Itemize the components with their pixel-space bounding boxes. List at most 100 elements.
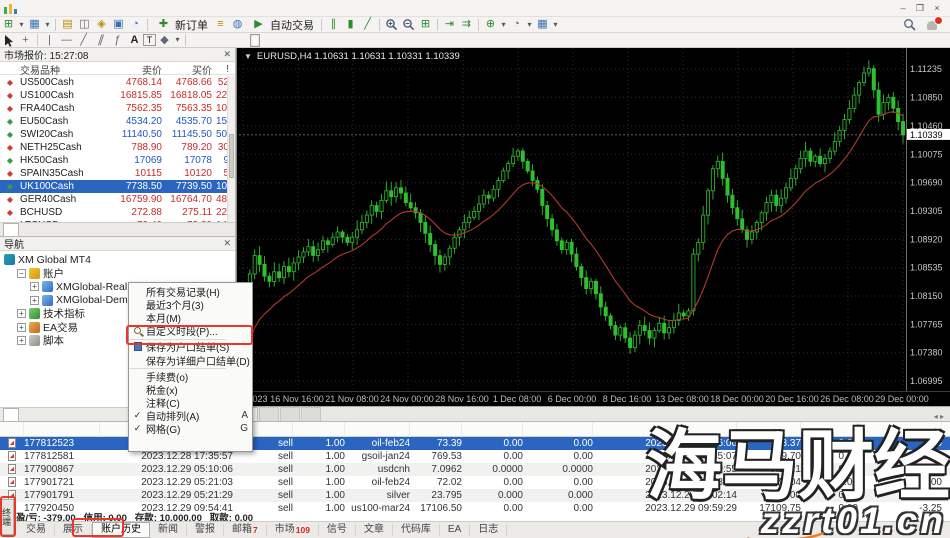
vertical-line-tool-icon[interactable]: |	[41, 33, 58, 47]
navigator-tree-item[interactable]: XM Global MT4	[0, 253, 235, 267]
zoom-in-icon[interactable]	[383, 18, 400, 32]
terminal-tab[interactable]: 新闻	[150, 524, 187, 536]
market-watch-row[interactable]: US500Cash 4768.14 4768.66 52	[0, 76, 235, 89]
chart-tab[interactable]	[301, 407, 321, 421]
history-column-header[interactable]	[0, 422, 24, 437]
trendline-tool-icon[interactable]: ╱	[75, 33, 92, 47]
arrows-dropdown-icon[interactable]: ▾	[173, 33, 182, 47]
price-chart[interactable]: ▼ EURUSD,H4 1.10631 1.10631 1.10331 1.10…	[236, 48, 950, 391]
new-chart-dropdown-icon[interactable]: ▾	[17, 18, 26, 32]
menu-item[interactable]	[56, 7, 72, 9]
timeframe-button[interactable]	[202, 34, 212, 47]
col-bid[interactable]: 卖价	[106, 62, 166, 77]
market-watch-row[interactable]: NETH25Cash 788.90 789.20 30	[0, 141, 235, 154]
text-tool-icon[interactable]: A	[126, 33, 143, 47]
history-column-header[interactable]	[462, 422, 523, 437]
col-symbol[interactable]: 交易品种	[20, 62, 106, 77]
profiles-dropdown-icon[interactable]: ▾	[43, 18, 52, 32]
terminal-tab[interactable]: 日志	[470, 524, 507, 536]
history-column-header[interactable]	[293, 422, 345, 437]
bar-chart-mode-icon[interactable]: ∥	[325, 18, 342, 32]
chart-shift-icon[interactable]: ⇉	[458, 18, 475, 32]
context-menu-item[interactable]: ✓ 所有交易记录(H)	[129, 285, 252, 298]
candlestick-chart-canvas[interactable]: 1.112351.108501.104601.100751.096901.093…	[237, 48, 950, 391]
restore-button[interactable]: ❐	[913, 3, 927, 14]
data-window-icon[interactable]: ◫	[76, 18, 93, 32]
autotrading-button[interactable]: ▶自动交易	[246, 18, 318, 32]
terminal-tab[interactable]: 警报	[187, 524, 224, 536]
templates-icon[interactable]: ▦	[534, 18, 551, 32]
chart-tab[interactable]	[259, 407, 279, 421]
zoom-out-icon[interactable]	[400, 18, 417, 32]
fibonacci-tool-icon[interactable]: ƒ	[109, 33, 126, 47]
navigator-tab[interactable]	[20, 408, 36, 421]
col-spread[interactable]: !	[216, 64, 232, 75]
market-watch-row[interactable]: US100Cash 16815.85 16818.05 220	[0, 89, 235, 102]
market-watch-tab[interactable]	[20, 223, 36, 236]
tree-expander-icon[interactable]	[17, 336, 26, 345]
tree-expander-icon[interactable]	[30, 282, 39, 291]
market-watch-row[interactable]: GER40Cash 16759.90 16764.70 480	[0, 193, 235, 206]
terminal-tab[interactable]: 账户历史	[92, 522, 150, 538]
market-watch-toggle-icon[interactable]: ▤	[59, 18, 76, 32]
periods-icon[interactable]: ◔	[508, 18, 525, 32]
indicators-icon[interactable]: ⊕	[482, 18, 499, 32]
history-column-header[interactable]	[523, 422, 593, 437]
market-watch-scrollbar[interactable]	[227, 76, 235, 222]
close-button[interactable]: ×	[930, 3, 944, 14]
timeframe-button[interactable]	[286, 34, 296, 47]
context-menu-item[interactable]: ✓ 注释(C)	[129, 396, 252, 409]
templates-dropdown-icon[interactable]: ▾	[551, 18, 560, 32]
terminal-tab[interactable]: 市场109	[267, 524, 319, 536]
terminal-tab[interactable]: 交易	[18, 524, 55, 536]
navigator-tree-item[interactable]: 账户	[0, 267, 235, 281]
terminal-toggle-icon[interactable]: ▣	[110, 18, 127, 32]
col-ask[interactable]: 买价	[166, 62, 216, 77]
tree-expander-icon[interactable]	[17, 309, 26, 318]
candlestick-mode-icon[interactable]: ▮	[342, 18, 359, 32]
new-chart-icon[interactable]: ⊞	[0, 18, 17, 32]
navigator-close-icon[interactable]: ✕	[223, 238, 231, 249]
cursor-tool-icon[interactable]	[0, 33, 17, 47]
context-menu-item[interactable]: ✓ 最近3个月(3)	[129, 298, 252, 311]
horizontal-line-tool-icon[interactable]: —	[58, 33, 75, 47]
timeframe-button[interactable]	[274, 34, 284, 47]
context-menu-item[interactable]: ✓ 保存为详细户口结单(D)	[129, 353, 252, 366]
context-menu-item[interactable]: ✓ 税金(x)	[129, 383, 252, 396]
chart-tab[interactable]	[280, 407, 300, 421]
context-menu-item[interactable]: ✓ 网格(G) G	[129, 422, 252, 435]
menu-item[interactable]	[88, 7, 104, 9]
context-menu-item[interactable]: ✓ 手续费(o)	[129, 370, 252, 383]
navigator-tab[interactable]	[3, 408, 19, 421]
strategy-tester-icon[interactable]: ◔	[127, 18, 144, 32]
menu-item[interactable]	[104, 7, 120, 9]
menu-item[interactable]	[72, 7, 88, 9]
metaeditor-icon[interactable]: ≡	[212, 18, 229, 32]
market-watch-row[interactable]: BCHUSD 272.88 275.11 223	[0, 206, 235, 219]
periods-dropdown-icon[interactable]: ▾	[525, 18, 534, 32]
minimize-button[interactable]: –	[896, 3, 910, 14]
text-label-tool-icon[interactable]: T	[143, 34, 156, 46]
tree-expander-icon[interactable]	[17, 323, 26, 332]
timeframe-button[interactable]	[226, 34, 236, 47]
line-chart-mode-icon[interactable]: ╱	[359, 18, 376, 32]
chart-time-axis[interactable]: 13 Nov 202316 Nov 16:0021 Nov 08:0024 No…	[236, 391, 950, 406]
terminal-tab[interactable]: 代码库	[393, 524, 440, 536]
tree-expander-icon[interactable]	[30, 296, 39, 305]
menu-item[interactable]	[120, 7, 136, 9]
timeframe-button[interactable]	[250, 34, 260, 47]
arrows-tool-icon[interactable]: ◆	[156, 33, 173, 47]
terminal-tab[interactable]: 邮箱7	[224, 524, 267, 536]
timeframe-button[interactable]	[262, 34, 272, 47]
auto-scroll-icon[interactable]: ⇥	[441, 18, 458, 32]
menu-item[interactable]	[24, 7, 40, 9]
chart-collapse-icon[interactable]: ▼	[244, 52, 252, 61]
history-column-header[interactable]	[24, 422, 100, 437]
terminal-tab[interactable]: EA	[440, 524, 470, 536]
terminal-tab[interactable]: 文章	[356, 524, 393, 536]
terminal-tab[interactable]: 展示	[55, 524, 92, 536]
terminal-tab[interactable]: 信号	[319, 524, 356, 536]
market-watch-row[interactable]: SPAIN35Cash 10115 10120 5	[0, 167, 235, 180]
history-column-header[interactable]	[410, 422, 462, 437]
market-watch-row[interactable]: FRA40Cash 7562.35 7563.35 100	[0, 102, 235, 115]
